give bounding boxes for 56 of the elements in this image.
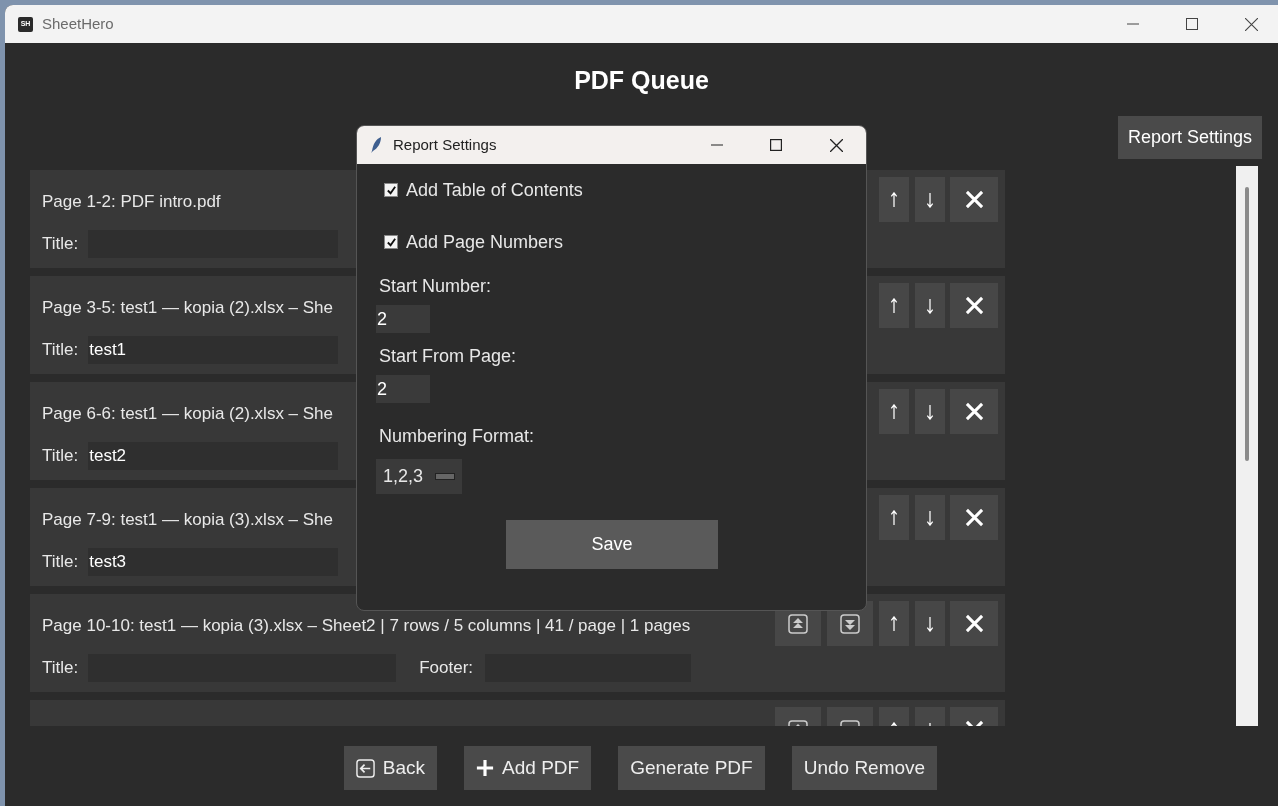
title-field[interactable]: test3: [88, 548, 339, 576]
format-dropdown[interactable]: 1,2,3: [376, 459, 462, 494]
remove-button[interactable]: [950, 601, 998, 646]
move-up-button[interactable]: [879, 601, 909, 646]
maximize-icon[interactable]: [770, 139, 782, 151]
remove-button[interactable]: [950, 495, 998, 540]
plus-icon: [476, 759, 495, 777]
report-settings-button[interactable]: Report Settings: [1117, 116, 1262, 159]
save-button[interactable]: Save: [506, 520, 718, 569]
dialog-title: Report Settings: [393, 134, 497, 155]
field-label: Start From Page:: [379, 345, 518, 368]
item-header: Page 7-9: test1 — kopia (3).xlsx – She: [42, 509, 334, 531]
checkbox[interactable]: [384, 183, 398, 197]
move-up-button[interactable]: [879, 177, 909, 222]
action-button[interactable]: Add PDF: [464, 746, 592, 790]
number-field[interactable]: 2: [376, 305, 430, 333]
number-field[interactable]: 2: [376, 375, 430, 403]
item-header: Page 10-10: test1 — kopia (3).xlsx – Sheet2 | 7 rows / 5 columns | 41 / page | 1 pages: [42, 615, 691, 637]
title-label: Title:: [42, 339, 79, 362]
checkbox[interactable]: [384, 235, 398, 249]
action-button[interactable]: Back: [343, 746, 438, 790]
move-down-button[interactable]: [915, 389, 945, 434]
title-field[interactable]: test1: [88, 336, 339, 364]
move-down-button[interactable]: [915, 601, 945, 646]
field-label: Start Number:: [379, 275, 493, 298]
item-header: Page 3-5: test1 — kopia (2).xlsx – She: [42, 297, 334, 319]
back-icon: [355, 758, 375, 778]
item-header: Page 6-6: test1 — kopia (2).xlsx – She: [42, 403, 334, 425]
remove-button[interactable]: [950, 177, 998, 222]
footer-label: Footer:: [419, 657, 474, 680]
move-up-button[interactable]: [879, 283, 909, 328]
title-field[interactable]: test2: [88, 442, 339, 470]
scrollbar-thumb[interactable]: [1245, 187, 1249, 461]
item-header: Page 1-2: PDF intro.pdf: [42, 191, 221, 213]
move-down-button[interactable]: [915, 495, 945, 540]
remove-button[interactable]: [950, 389, 998, 434]
action-button[interactable]: Generate PDF: [618, 746, 765, 790]
scrollbar[interactable]: [1236, 166, 1258, 726]
checkbox-label: Add Page Numbers: [406, 230, 564, 254]
window-title: SheetHero: [42, 13, 114, 34]
move-down-button[interactable]: [915, 283, 945, 328]
remove-button[interactable]: [950, 283, 998, 328]
feather-icon: [370, 136, 382, 154]
title-label: Title:: [42, 657, 79, 680]
title-label: Title:: [42, 445, 79, 468]
action-button[interactable]: Undo Remove: [791, 746, 938, 790]
page-heading: PDF Queue: [574, 65, 709, 95]
move-up-button[interactable]: [879, 389, 909, 434]
maximize-icon[interactable]: [1186, 18, 1198, 30]
move-down-button[interactable]: [915, 177, 945, 222]
title-label: Title:: [42, 233, 79, 256]
move-up-button[interactable]: [879, 495, 909, 540]
title-label: Title:: [42, 551, 79, 574]
dropdown-indicator-icon: [435, 473, 456, 480]
field-label: Numbering Format:: [379, 425, 536, 448]
checkbox-label: Add Table of Contents: [406, 178, 583, 202]
